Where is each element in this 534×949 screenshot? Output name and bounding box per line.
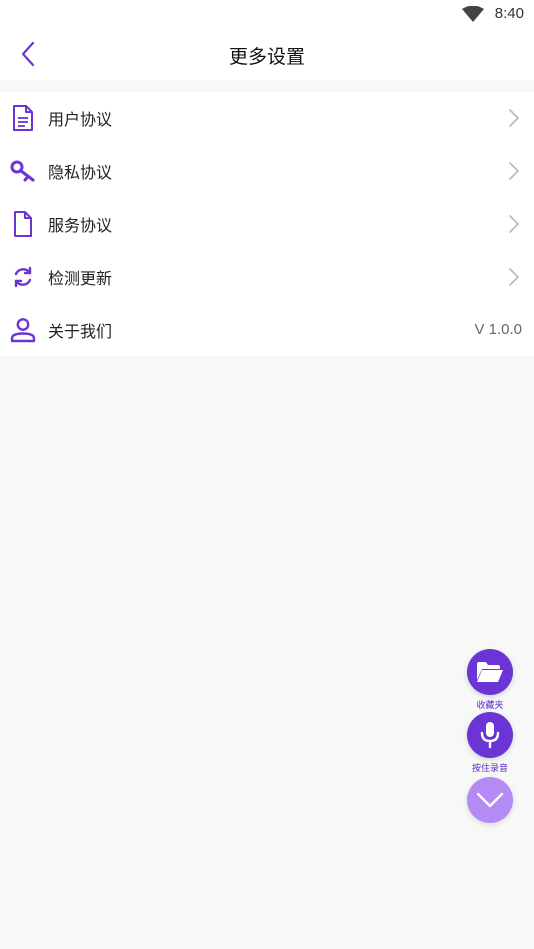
document-icon xyxy=(10,105,36,132)
menu-item-label: 关于我们 xyxy=(48,321,113,341)
record-label: 按住录音 xyxy=(471,764,508,774)
app-header: 更多设置 xyxy=(0,28,534,80)
menu-item-check-update[interactable]: 检测更新 xyxy=(0,250,534,303)
record-button[interactable] xyxy=(467,712,513,758)
status-time: 8:40 xyxy=(494,5,524,22)
chevron-right-icon xyxy=(509,215,519,233)
page-title: 更多设置 xyxy=(228,46,305,68)
key-icon xyxy=(10,158,36,184)
menu-item-label: 隐私协议 xyxy=(48,163,113,183)
file-icon xyxy=(10,210,36,237)
chevron-right-icon xyxy=(509,109,519,128)
favorites-button[interactable] xyxy=(467,649,513,695)
version-text: V 1.0.0 xyxy=(474,321,522,339)
menu-item-label: 检测更新 xyxy=(48,268,113,288)
menu-item-label: 服务协议 xyxy=(48,215,113,235)
folder-open-icon xyxy=(477,662,503,682)
wifi-icon xyxy=(462,6,484,22)
menu-item-about-us[interactable]: 关于我们 V 1.0.0 xyxy=(0,303,534,356)
menu-item-privacy-agreement[interactable]: 隐私协议 xyxy=(0,145,534,198)
refresh-icon xyxy=(10,264,36,290)
menu-item-service-agreement[interactable]: 服务协议 xyxy=(0,198,534,251)
status-bar: 8:40 xyxy=(0,0,534,28)
settings-menu: 用户协议 隐私协议 服务协议 检测更新 关于我们 V 1.0.0 xyxy=(0,92,534,356)
chevron-right-icon xyxy=(509,162,519,181)
menu-item-label: 用户协议 xyxy=(48,110,113,130)
chevron-right-icon xyxy=(509,267,519,286)
collapse-button[interactable] xyxy=(467,777,513,823)
microphone-icon xyxy=(480,722,500,749)
favorites-label: 收藏夹 xyxy=(476,701,504,711)
chevron-down-icon xyxy=(476,792,504,808)
user-icon xyxy=(10,317,36,343)
menu-item-user-agreement[interactable]: 用户协议 xyxy=(0,92,534,145)
